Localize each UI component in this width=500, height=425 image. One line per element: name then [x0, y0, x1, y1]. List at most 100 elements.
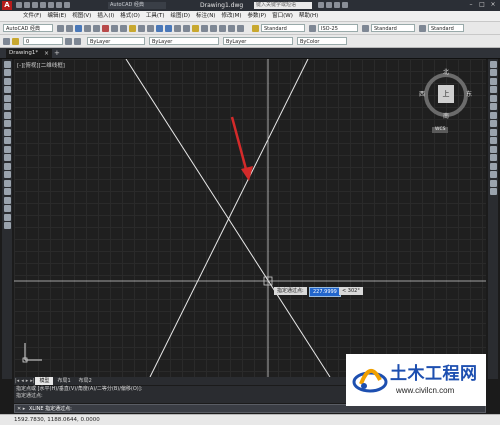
break-icon[interactable]	[489, 154, 497, 161]
search-input[interactable]: 键入关键字或短语	[254, 2, 312, 9]
user-icon[interactable]	[326, 2, 332, 8]
layer-previous-icon[interactable]	[74, 37, 81, 45]
region-icon[interactable]	[3, 196, 11, 204]
spline-icon[interactable]	[3, 128, 11, 136]
redo-icon[interactable]	[147, 24, 154, 32]
menu-item[interactable]: 格式(O)	[117, 11, 143, 21]
search-icon[interactable]	[318, 2, 324, 8]
open-icon[interactable]	[66, 24, 73, 32]
save-icon[interactable]	[32, 2, 38, 8]
explode-icon[interactable]	[489, 188, 497, 195]
markup-icon[interactable]	[228, 24, 235, 32]
help-icon[interactable]	[342, 2, 348, 8]
construction-line-icon[interactable]	[3, 69, 11, 76]
tool-palettes-icon[interactable]	[210, 24, 217, 32]
color-combo[interactable]: ByLayer	[87, 37, 145, 45]
open-file-icon[interactable]	[24, 2, 30, 8]
plot-icon[interactable]	[84, 24, 91, 32]
maximize-button[interactable]: □	[477, 1, 487, 9]
gradient-icon[interactable]	[3, 188, 11, 195]
workspace-select[interactable]: AutoCAD 经典	[108, 2, 166, 9]
compass-south[interactable]: 南	[443, 111, 449, 120]
array-icon[interactable]	[489, 94, 497, 102]
save-as-icon[interactable]	[40, 2, 46, 8]
table-icon[interactable]	[3, 205, 11, 212]
rectangle-icon[interactable]	[3, 94, 11, 102]
dynamic-input-angle[interactable]: < 302°	[339, 287, 363, 295]
scale-icon[interactable]	[489, 120, 497, 127]
command-icon[interactable]: ✕ ▸	[17, 405, 25, 413]
stretch-icon[interactable]	[489, 128, 497, 136]
tab-drawing1[interactable]: Drawing1* ×	[6, 49, 52, 58]
insert-block-icon[interactable]	[3, 154, 11, 161]
print-icon[interactable]	[48, 2, 54, 8]
zoom-previous-icon[interactable]	[183, 24, 190, 32]
text-style-combo[interactable]: Standard	[261, 24, 305, 32]
close-icon[interactable]: ×	[44, 49, 49, 58]
menu-item[interactable]: 视图(V)	[69, 11, 94, 21]
add-selected-icon[interactable]	[3, 222, 11, 229]
redo-icon[interactable]	[64, 2, 70, 8]
preview-icon[interactable]	[93, 24, 100, 32]
design-center-icon[interactable]	[201, 24, 208, 32]
minimize-button[interactable]: –	[466, 1, 476, 9]
multiline-text-icon[interactable]	[3, 213, 11, 221]
compass-west[interactable]: 西	[419, 89, 425, 98]
menu-item[interactable]: 文件(F)	[20, 11, 44, 21]
menu-item[interactable]: 帮助(H)	[296, 11, 321, 21]
join-icon[interactable]	[489, 162, 497, 170]
wcs-menu[interactable]: WCS	[432, 127, 449, 133]
hatch-icon[interactable]	[3, 179, 11, 187]
exchange-icon[interactable]	[334, 2, 340, 8]
arc-icon[interactable]	[3, 103, 11, 110]
new-tab-button[interactable]: +	[54, 49, 60, 58]
undo-icon[interactable]	[138, 24, 145, 32]
save-icon[interactable]	[75, 24, 82, 32]
autocad-logo-icon[interactable]: A	[2, 1, 12, 10]
table-style-combo[interactable]: Standard	[371, 24, 415, 32]
pan-icon[interactable]	[156, 24, 163, 32]
tab-layout1[interactable]: 布局1	[53, 377, 74, 385]
compass-east[interactable]: 东	[466, 89, 472, 98]
command-input[interactable]: XLINE 指定通过点:	[29, 405, 72, 413]
lineweight-combo[interactable]: ByLayer	[223, 37, 293, 45]
close-button[interactable]: ×	[488, 1, 498, 9]
line-icon[interactable]	[3, 60, 11, 68]
ellipse-arc-icon[interactable]	[3, 145, 11, 153]
menu-item[interactable]: 绘图(D)	[168, 11, 194, 21]
dynamic-input-distance[interactable]: 227.9999	[309, 287, 341, 297]
revision-cloud-icon[interactable]	[3, 120, 11, 127]
properties-icon[interactable]	[192, 24, 199, 32]
drawing-canvas[interactable]: [-][俯视][二维线框] 上 北 南 东 西 WCS 指定通过点: 227.9…	[14, 59, 486, 377]
viewcube-top-face[interactable]: 上	[438, 85, 454, 103]
plot-style-combo[interactable]: ByColor	[297, 37, 347, 45]
extend-icon[interactable]	[489, 145, 497, 153]
sheet-set-icon[interactable]	[219, 24, 226, 32]
menu-item[interactable]: 标注(N)	[193, 11, 218, 21]
polyline-icon[interactable]	[3, 77, 11, 85]
dim-style-combo[interactable]: ISO-25	[318, 24, 358, 32]
polygon-icon[interactable]	[3, 86, 11, 93]
menu-item[interactable]: 窗口(W)	[269, 11, 296, 21]
chamfer-icon[interactable]	[489, 171, 497, 178]
zoom-window-icon[interactable]	[174, 24, 181, 32]
copy-icon[interactable]	[111, 24, 118, 32]
copy-object-icon[interactable]	[489, 69, 497, 76]
menu-item[interactable]: 参数(P)	[245, 11, 270, 21]
match-properties-icon[interactable]	[129, 24, 136, 32]
undo-icon[interactable]	[56, 2, 62, 8]
calculator-icon[interactable]	[237, 24, 244, 32]
menu-item[interactable]: 编辑(E)	[44, 11, 69, 21]
erase-icon[interactable]	[489, 60, 497, 68]
layer-state-icon[interactable]	[12, 37, 19, 45]
multileader-style-combo[interactable]: Standard	[428, 24, 464, 32]
make-block-icon[interactable]	[3, 162, 11, 170]
rotate-icon[interactable]	[489, 111, 497, 119]
fillet-icon[interactable]	[489, 179, 497, 187]
make-current-icon[interactable]	[65, 37, 72, 45]
new-icon[interactable]	[57, 24, 64, 32]
move-icon[interactable]	[489, 103, 497, 110]
cut-icon[interactable]	[102, 24, 109, 32]
menu-item[interactable]: 插入(I)	[94, 11, 117, 21]
mirror-icon[interactable]	[489, 77, 497, 85]
